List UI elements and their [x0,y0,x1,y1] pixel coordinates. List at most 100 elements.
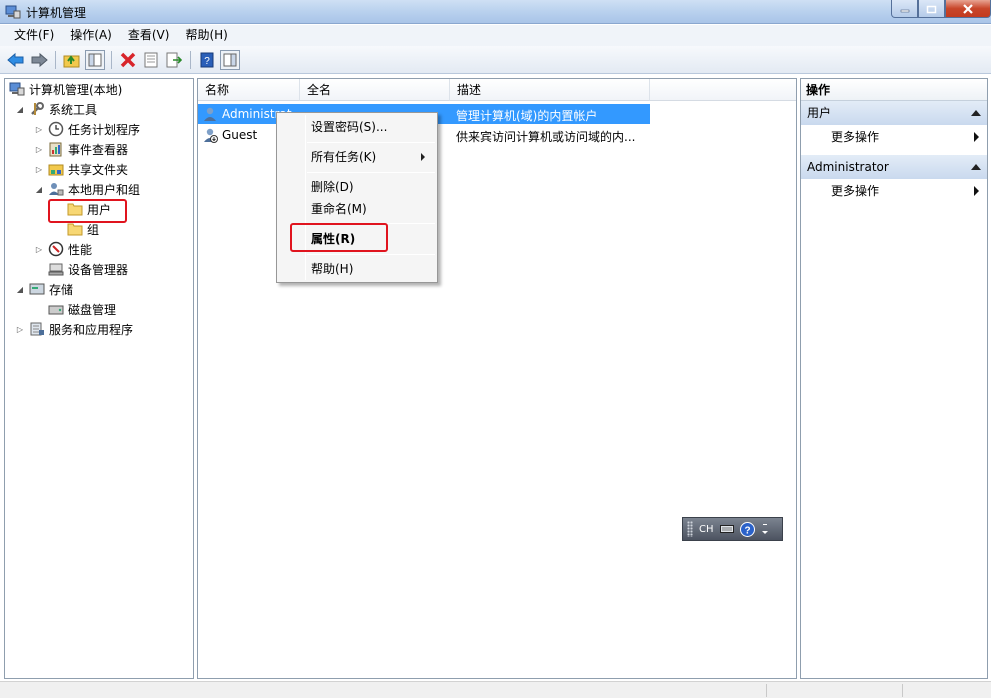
action-section-administrator[interactable]: Administrator [801,155,987,179]
disk-icon [48,305,64,315]
collapse-triangle-icon [971,164,981,170]
collapse-triangle-icon [971,110,981,116]
menu-item-set-password[interactable]: 设置密码(S)... [279,116,435,138]
menu-file[interactable]: 文件(F) [6,25,62,46]
show-hide-tree-button[interactable] [85,49,105,70]
tree-item-label: 系统工具 [49,102,98,117]
collapse-icon[interactable]: ◢ [15,105,25,114]
performance-icon [48,241,64,257]
status-divider [902,684,903,697]
tree-item-local-users-groups[interactable]: ◢ 本地用户和组 [34,179,140,199]
tree-item-device-manager[interactable]: 设备管理器 [48,259,128,279]
tree-item-label: 任务计划程序 [68,122,141,137]
tree-item-label: 计算机管理(本地) [29,82,123,97]
storage-icon [29,283,45,295]
column-header-name[interactable]: 名称 [198,79,300,101]
tree-item-storage[interactable]: ◢ 存储 [15,279,73,299]
minimize-button[interactable] [891,0,918,18]
toolbar-separator [55,50,56,69]
submenu-arrow-icon [974,186,979,196]
submenu-arrow-icon [974,132,979,142]
up-level-button[interactable] [62,50,82,70]
collapse-icon[interactable]: ◢ [34,185,44,194]
menu-item-delete[interactable]: 删除(D) [279,176,435,198]
tree-item-disk-management[interactable]: 磁盘管理 [48,299,116,319]
action-more-actions-users[interactable]: 更多操作 [801,126,987,148]
tree-item-label: 设备管理器 [68,262,129,277]
drag-grip-icon[interactable] [687,521,693,537]
menu-separator [307,254,435,255]
tree-item-services-applications[interactable]: ▷ 服务和应用程序 [15,319,133,339]
status-divider [766,684,767,697]
list-cell-description: 供来宾访问计算机或访问域的内... [456,130,636,144]
help-icon[interactable]: ? [739,521,755,537]
menu-help[interactable]: 帮助(H) [177,25,235,46]
tree-item-label: 存储 [49,282,74,297]
menu-view[interactable]: 查看(V) [120,25,178,46]
shared-folder-icon [48,164,64,176]
forward-button[interactable] [29,50,49,70]
action-section-label: 用户 [807,106,832,120]
toolbar: ? [0,46,991,74]
highlight-box-users [48,199,127,223]
language-bar: CH ? [682,517,783,541]
action-section-label: Administrator [807,160,889,174]
window-title: 计算机管理 [26,6,87,20]
clock-icon [48,121,64,137]
tree-item-label: 本地用户和组 [68,182,141,197]
keyboard-icon[interactable] [719,524,734,534]
context-menu: 设置密码(S)... 所有任务(K) 删除(D) 重命名(M) 属性(R) 帮助… [276,112,438,283]
tree-item-event-viewer[interactable]: ▷ 事件查看器 [34,139,128,159]
expand-icon[interactable]: ▷ [34,165,44,174]
export-icon [166,52,182,67]
arrow-left-icon [7,52,24,67]
delete-button[interactable] [118,50,138,70]
svg-text:?: ? [744,525,750,536]
column-header-description[interactable]: 描述 [450,79,650,101]
minimize-icon [900,9,909,12]
export-list-button[interactable] [164,50,184,70]
menu-item-label: 所有任务(K) [311,150,377,164]
tree-item-performance[interactable]: ▷ 性能 [34,239,92,259]
help-button[interactable]: ? [197,50,217,70]
menu-bar: 文件(F) 操作(A) 查看(V) 帮助(H) [0,25,991,46]
menu-item-help[interactable]: 帮助(H) [279,258,435,280]
delete-x-icon [120,52,136,67]
svg-text:?: ? [204,56,210,67]
column-header-fullname[interactable]: 全名 [300,79,450,101]
highlight-box-properties [290,223,388,252]
menu-action[interactable]: 操作(A) [62,25,120,46]
console-tree-icon [88,53,102,66]
language-indicator[interactable]: CH [699,524,714,535]
expand-icon[interactable]: ▷ [34,245,44,254]
maximize-button[interactable] [918,0,945,18]
properties-button[interactable] [141,50,161,70]
tools-icon [31,102,44,115]
submenu-arrow-icon [421,153,425,161]
tree-item-system-tools[interactable]: ◢ 系统工具 [15,99,97,119]
show-hide-action-pane-button[interactable] [220,49,240,70]
expand-icon[interactable]: ▷ [34,125,44,134]
options-menu-icon[interactable] [761,521,769,537]
expand-icon[interactable]: ▷ [34,145,44,154]
action-section-users[interactable]: 用户 [801,101,987,125]
tree-item-computer-management[interactable]: 计算机管理(本地) [9,79,122,99]
users-group-icon [49,183,64,196]
expand-icon[interactable]: ▷ [15,325,25,334]
disabled-user-icon [204,128,218,143]
tree-item-task-scheduler[interactable]: ▷ 任务计划程序 [34,119,140,139]
action-more-actions-administrator[interactable]: 更多操作 [801,180,987,202]
column-header-filler [650,79,796,101]
tree-item-label: 组 [87,222,100,237]
menu-item-all-tasks[interactable]: 所有任务(K) [279,146,435,168]
computer-management-icon [9,82,25,96]
menu-item-rename[interactable]: 重命名(M) [279,198,435,220]
close-button[interactable] [945,0,991,18]
tree-item-label: 性能 [68,242,93,257]
device-manager-icon [48,263,64,276]
collapse-icon[interactable]: ◢ [15,285,25,294]
close-icon [963,3,973,14]
tree-item-shared-folders[interactable]: ▷ 共享文件夹 [34,159,128,179]
properties-icon [144,52,158,67]
back-button[interactable] [6,50,26,70]
